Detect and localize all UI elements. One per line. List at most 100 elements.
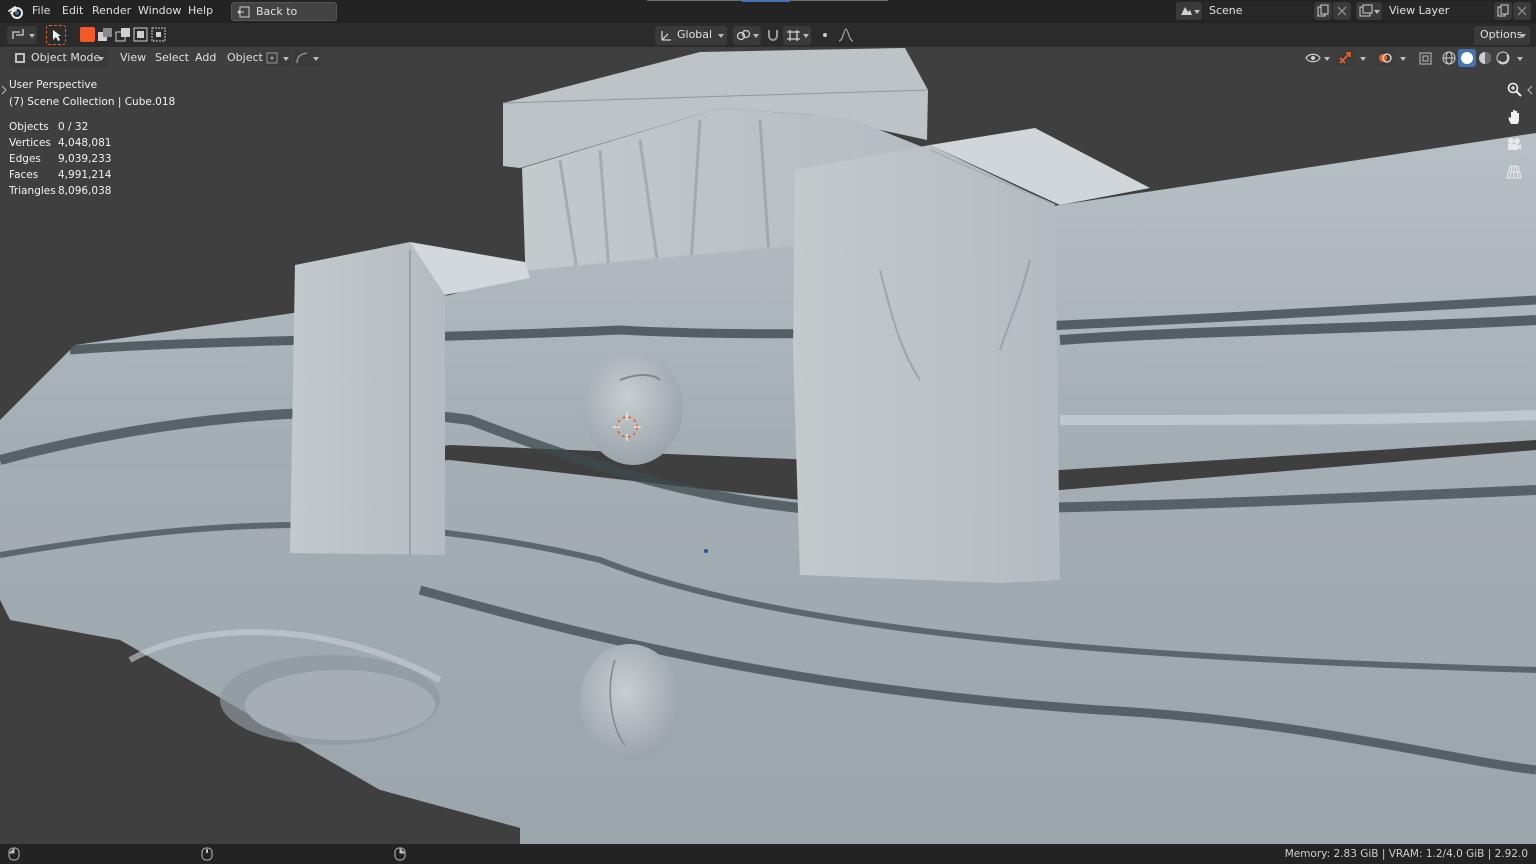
snap-target-dropdown[interactable] [783,26,811,45]
editor-type-icon [12,29,24,39]
viewport-header: Object Mode View Select Add Object [0,47,1536,69]
stat-value-vertices: 4,048,081 [58,137,112,149]
scene-icon [1181,7,1192,15]
scene-new-button[interactable] [1314,2,1332,20]
shading-solid-button[interactable] [1458,49,1476,67]
stat-value-faces: 4,991,214 [58,169,112,181]
xray-toggle[interactable] [1417,49,1435,67]
menu-object[interactable]: Object [227,51,263,65]
eye-icon [1305,53,1321,63]
rendered-sphere-icon [1496,51,1510,65]
wireframe-sphere-icon [1442,51,1456,65]
view-layer-name-field[interactable]: View Layer [1383,2,1493,21]
selection-mode-subtract-icon[interactable] [115,27,131,42]
stat-value-triangles: 8,096,038 [58,185,112,197]
zoom-icon [1507,82,1522,97]
menu-add[interactable]: Add [195,51,216,65]
visibility-dropdown[interactable] [1303,49,1333,67]
tool-settings-bar: Global Options [0,23,1536,47]
sidebar-expand-icon[interactable] [1527,85,1533,95]
orientation-icon [661,31,671,41]
proportional-editing-icon[interactable] [818,28,832,42]
shading-rendered-button[interactable] [1494,49,1512,67]
gizmos-toggle[interactable] [1336,49,1370,67]
camera-icon [1508,138,1521,150]
selection-mode-invert-icon[interactable] [133,27,149,42]
back-to-previous-button[interactable]: Back to Previous [231,2,337,36]
transform-orientation-dropdown[interactable]: Global [655,26,727,45]
sculpt-model[interactable] [0,47,1536,844]
editor-type-button[interactable] [7,26,37,44]
back-icon [237,6,250,18]
view-layer-new-button[interactable] [1494,2,1512,20]
hand-icon [1508,110,1519,124]
menu-view[interactable]: View [120,51,146,65]
menu-render[interactable]: Render [92,4,131,18]
menu-edit[interactable]: Edit [62,4,83,18]
view-layer-delete-button[interactable] [1513,2,1531,20]
menu-help[interactable]: Help [188,4,213,18]
selection-mode-new-icon[interactable] [80,27,95,42]
stat-label-edges: Edges [9,153,41,165]
curve-icon [296,52,308,64]
interaction-mode-dropdown[interactable]: Object Mode [9,49,108,68]
object-mode-icon [15,53,25,63]
pivot-point-dropdown[interactable] [733,26,761,45]
selection-mode-extend-icon[interactable] [97,27,113,42]
ortho-toggle-button[interactable] [1503,161,1525,183]
stat-value-objects: 0 / 32 [58,121,89,133]
toolbar-expand-icon[interactable] [1,85,7,95]
pivot-link-icon [736,29,751,41]
select-tool-button[interactable] [46,25,66,45]
falloff-curve-icon[interactable] [838,28,854,42]
material-sphere-icon [1479,52,1491,64]
close-icon [1337,6,1347,16]
duplicate-icon [1317,4,1329,17]
options-label: Options [1480,28,1523,41]
zoom-button[interactable] [1503,79,1525,101]
shading-wireframe-button[interactable] [1440,49,1458,67]
menu-select[interactable]: Select [155,51,189,65]
stat-label-triangles: Triangles [9,185,56,197]
gizmo-arrows-icon [1339,52,1351,64]
overlays-toggle[interactable] [1376,49,1410,67]
options-dropdown[interactable]: Options [1474,26,1530,45]
viewport-perspective-label: User Perspective [9,79,98,91]
close-icon [1517,6,1527,16]
stat-label-vertices: Vertices [9,137,51,149]
shading-material-button[interactable] [1476,49,1494,67]
grid-perspective-icon [1506,165,1522,179]
memory-status: Memory: 2.83 GiB | VRAM: 1.2/4.0 GiB | 2… [1284,848,1528,860]
active-workspace-indicator[interactable] [742,0,790,2]
view-layer-browse-button[interactable] [1356,2,1382,20]
mouse-middle-icon [201,847,213,861]
cursor-arrow-icon [53,30,61,41]
origin-icon [266,52,278,64]
active-collection-label: (7) Scene Collection | Cube.018 [9,96,176,108]
gizmo-dropdown[interactable] [293,49,321,67]
top-bar: File Edit Render Window Help Back to Pre… [0,0,1536,36]
overlays-icon [1379,53,1392,63]
blender-logo-icon[interactable] [8,4,24,19]
shading-options-dropdown[interactable] [1513,49,1527,67]
scene-name-field[interactable]: Scene [1203,2,1313,21]
scene-browse-button[interactable] [1176,2,1202,20]
stat-label-faces: Faces [9,169,39,181]
xray-icon [1419,52,1432,65]
selection-mode-intersect-icon[interactable] [151,27,167,42]
camera-view-button[interactable] [1503,133,1525,155]
pan-button[interactable] [1503,106,1525,128]
solid-sphere-icon [1461,52,1473,64]
scene-delete-button[interactable] [1333,2,1351,20]
menu-window[interactable]: Window [138,4,181,18]
transform-orientation-label: Global [677,28,713,41]
3d-viewport[interactable]: User Perspective (7) Scene Collection | … [0,47,1536,844]
mouse-right-icon [394,847,406,861]
stat-label-objects: Objects [9,121,49,133]
status-bar: Memory: 2.83 GiB | VRAM: 1.2/4.0 GiB | 2… [0,844,1536,864]
stat-value-edges: 9,039,233 [58,153,112,165]
transform-affect-dropdown[interactable] [263,49,291,67]
view-layer-icon [1359,4,1373,17]
snap-magnet-icon[interactable] [766,28,780,42]
menu-file[interactable]: File [32,4,50,18]
